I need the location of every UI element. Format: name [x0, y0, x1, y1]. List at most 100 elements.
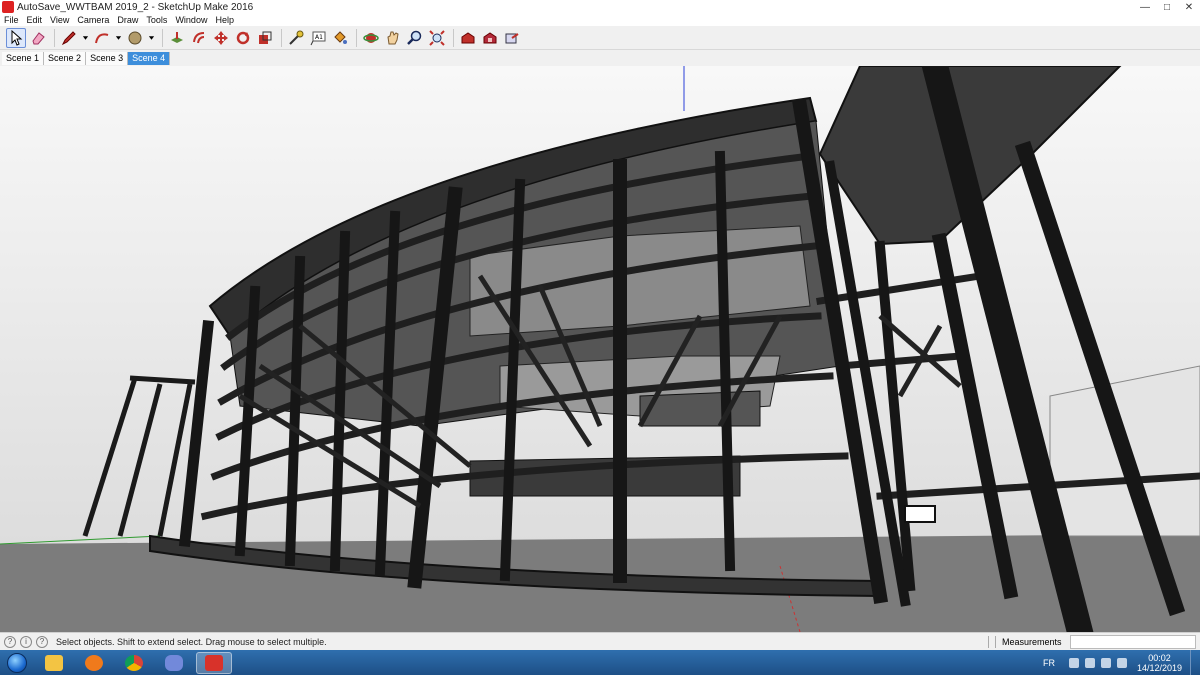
chevron-down-icon	[115, 35, 122, 40]
pan-tool[interactable]	[383, 28, 403, 48]
clock-date: 14/12/2019	[1136, 662, 1182, 673]
scale-icon	[259, 31, 272, 44]
offset-tool[interactable]	[189, 28, 209, 48]
taskbar-discord[interactable]	[156, 652, 192, 674]
close-icon[interactable]: ✕	[1178, 0, 1200, 14]
select-tool[interactable]	[6, 27, 26, 48]
status-divider[interactable]	[988, 635, 996, 648]
menu-window[interactable]: Window	[175, 15, 207, 25]
show-desktop-button[interactable]	[1190, 650, 1200, 675]
windows-taskbar: FR 00:02 14/12/2019	[0, 650, 1200, 675]
warehouse-icon	[461, 31, 475, 43]
menu-camera[interactable]: Camera	[77, 15, 109, 25]
toolbar-separator	[54, 28, 55, 47]
tab-scene-4[interactable]: Scene 4	[128, 52, 171, 65]
menu-tools[interactable]: Tools	[146, 15, 167, 25]
line-tool-dropdown[interactable]	[81, 28, 90, 48]
svg-text:A1: A1	[315, 34, 323, 41]
minimize-icon[interactable]: —	[1134, 0, 1156, 14]
taskbar-chrome[interactable]	[116, 652, 152, 674]
extension-icon	[483, 31, 497, 43]
tape-measure-tool[interactable]	[286, 28, 306, 48]
status-hint: Select objects. Shift to extend select. …	[56, 636, 327, 647]
orbit-tool[interactable]	[361, 28, 381, 48]
clock-time: 00:02	[1148, 652, 1171, 663]
menu-draw[interactable]: Draw	[117, 15, 138, 25]
arc-tool-dropdown[interactable]	[114, 28, 123, 48]
title-bar: AutoSave_WWTBAM 2019_2 - SketchUp Make 2…	[0, 0, 1200, 14]
push-pull-icon	[171, 31, 183, 43]
menu-bar: File Edit View Camera Draw Tools Window …	[0, 14, 1200, 26]
tab-scene-3[interactable]: Scene 3	[86, 52, 129, 65]
zoom-tool[interactable]	[405, 28, 425, 48]
tray-arrow-icon[interactable]	[1068, 657, 1079, 668]
windows-logo-icon	[7, 652, 27, 673]
zoom-extents-tool[interactable]	[427, 28, 447, 48]
model-canvas	[0, 66, 1200, 632]
shapes-tool[interactable]	[125, 28, 145, 48]
extension-warehouse-tool[interactable]	[480, 28, 500, 48]
warehouse-tool[interactable]	[458, 28, 478, 48]
language-indicator[interactable]: FR	[1043, 658, 1055, 668]
circle-icon	[128, 31, 142, 44]
menu-file[interactable]: File	[4, 15, 19, 25]
folder-icon	[45, 654, 63, 671]
system-tray: FR 00:02 14/12/2019	[1043, 650, 1200, 675]
getting-started-toolbar: A1	[0, 26, 1200, 50]
menu-view[interactable]: View	[50, 15, 69, 25]
taskbar-file-explorer[interactable]	[36, 652, 72, 674]
arc-tool[interactable]	[92, 28, 112, 48]
toolbar-separator	[162, 28, 163, 47]
model-viewport[interactable]	[0, 66, 1200, 632]
geo-location-icon[interactable]: ?	[4, 635, 16, 648]
menu-help[interactable]: Help	[215, 15, 234, 25]
tab-scene-1[interactable]: Scene 1	[2, 52, 45, 65]
clock[interactable]: 00:02 14/12/2019	[1137, 653, 1182, 673]
share-model-tool[interactable]	[502, 28, 522, 48]
menu-edit[interactable]: Edit	[27, 15, 43, 25]
eraser-icon	[32, 31, 45, 44]
line-tool[interactable]	[59, 28, 79, 48]
text-tool[interactable]: A1	[308, 28, 328, 48]
window-title: AutoSave_WWTBAM 2019_2 - SketchUp Make 2…	[17, 1, 254, 13]
volume-icon[interactable]	[1100, 657, 1111, 668]
arrow-icon	[11, 29, 23, 46]
measurements-label: Measurements	[1002, 636, 1062, 647]
rotate-tool[interactable]	[233, 28, 253, 48]
move-icon	[214, 30, 228, 45]
tape-icon	[289, 30, 304, 45]
measurements-input[interactable]	[1070, 634, 1196, 649]
move-tool[interactable]	[211, 28, 231, 48]
text-icon: A1	[310, 31, 326, 45]
discord-icon	[165, 654, 183, 671]
taskbar-media-player[interactable]	[76, 652, 112, 674]
tab-scene-2[interactable]: Scene 2	[44, 52, 87, 65]
start-button[interactable]	[2, 651, 32, 675]
taskbar-sketchup[interactable]	[196, 651, 232, 674]
maximize-icon[interactable]: □	[1156, 0, 1178, 14]
sketchup-icon	[205, 654, 223, 671]
paint-bucket-tool[interactable]	[330, 28, 350, 48]
credits-icon[interactable]: i	[20, 635, 32, 648]
toolbar-separator	[356, 28, 357, 47]
hand-icon	[387, 31, 399, 44]
status-bar: ? i ? Select objects. Shift to extend se…	[0, 632, 1200, 650]
scale-tool[interactable]	[255, 28, 275, 48]
chrome-icon	[125, 654, 143, 671]
flag-icon[interactable]	[1116, 657, 1127, 668]
eraser-tool[interactable]	[28, 28, 48, 48]
chevron-down-icon	[148, 35, 155, 40]
help-icon[interactable]: ?	[36, 635, 48, 648]
chevron-down-icon	[82, 35, 89, 40]
sketchup-logo-icon	[2, 1, 14, 13]
push-pull-tool[interactable]	[167, 28, 187, 48]
paint-bucket-icon	[334, 30, 347, 44]
network-icon[interactable]	[1084, 657, 1095, 668]
zoom-extents-icon	[429, 29, 445, 46]
magnifier-icon	[407, 30, 422, 45]
shapes-tool-dropdown[interactable]	[147, 28, 156, 48]
scene-tabs: Scene 1 Scene 2 Scene 3 Scene 4	[0, 50, 1200, 65]
pencil-icon	[61, 30, 76, 45]
arc-icon	[95, 32, 109, 43]
rotate-icon	[236, 31, 250, 44]
